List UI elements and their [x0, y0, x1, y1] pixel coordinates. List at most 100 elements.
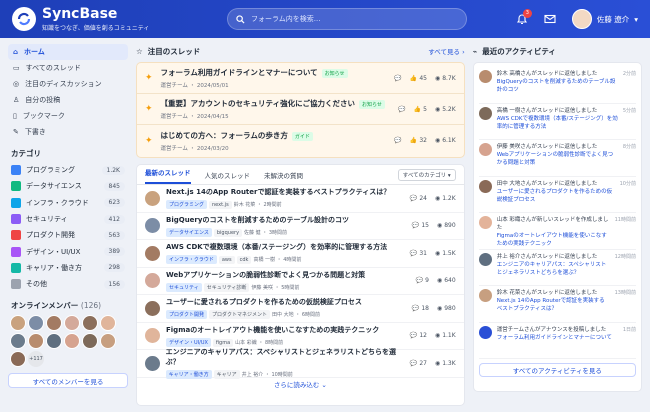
pinned-thread[interactable]: ✦ 【重要】アカウントのセキュリティ強化にご協力ください お知らせ 運営チーム ・ 2…	[137, 94, 464, 125]
comment-count: 12	[419, 332, 427, 340]
category-filter[interactable]: すべてのカテゴリ ▾	[397, 168, 456, 181]
thread-row[interactable]: ユーザーに愛されるプロダクトを作るための仮説検証プロセス プロダクト開発 プロダクト…	[137, 295, 464, 323]
brand-tagline: 知識をつなぎ、価値を創るコミュニティ	[42, 24, 150, 32]
online-count: (126)	[80, 301, 102, 311]
nav-item-0[interactable]: ⌂ ホーム	[8, 44, 128, 60]
mail-button[interactable]	[544, 13, 556, 25]
thread-tag[interactable]: キャリア・働き方	[165, 370, 212, 380]
thread-tag[interactable]: セキュリティ診断	[203, 282, 250, 292]
thread-tag[interactable]: インフラ・クラウド	[166, 255, 217, 265]
avatar[interactable]	[10, 315, 26, 332]
more-members-count[interactable]: +117	[28, 351, 44, 368]
pinned-thread[interactable]: ✦ はじめての方へ：フォーラムの歩き方 ガイド 運営チーム ・ 2024/03/20 💬…	[137, 125, 464, 156]
thread-meta: プロダクト開発 プロダクトマネジメント 田中 大地 ・ 6時間前	[166, 310, 362, 320]
thread-tag[interactable]: データサイエンス	[166, 227, 212, 237]
category-item[interactable]: デザイン・UI/UX 389	[8, 243, 128, 259]
activity-item[interactable]: 運営チームさんがアナウンスを投稿しました フォーラム利用ガイドラインとマナーについ…	[478, 323, 636, 359]
nav-item-4[interactable]: ▯ ブックマーク	[8, 108, 128, 124]
avatar[interactable]	[64, 315, 80, 332]
avatar[interactable]	[64, 333, 80, 350]
thread-tag[interactable]: bigquery	[213, 228, 243, 237]
activity-item[interactable]: 伊藤 美咲さんがスレッドに返信しました Webアプリケーションの脆弱性診断でよく見…	[478, 140, 636, 177]
avatar[interactable]	[100, 333, 116, 350]
activity-item[interactable]: 高橋 一樹さんがスレッドに返信しました AWS CDKで複数環境（本番/ステージン…	[478, 104, 636, 140]
avatar[interactable]	[100, 315, 116, 332]
thread-row[interactable]: エンジニアのキャリアパス：スペシャリストとジェネラリストどちらを選ぶ？ キャリア・…	[137, 348, 464, 380]
activity-link[interactable]: エンジニアのキャリアパス：スペシャリストとジェネラリストどちらを選ぶ？	[497, 261, 610, 277]
pinned-thread[interactable]: ✦ フォーラム利用ガイドラインとマナーについて お知らせ 運営チーム ・ 2024/0…	[137, 63, 464, 94]
nav-item-2[interactable]: ◎ 注目のディスカッション	[8, 76, 128, 92]
nav-item-1[interactable]: ▭ すべてのスレッド	[8, 60, 128, 76]
category-item[interactable]: セキュリティ 412	[8, 211, 128, 227]
avatar[interactable]	[82, 333, 98, 350]
category-item[interactable]: プロダクト開発 563	[8, 227, 128, 243]
nav-item-3[interactable]: ♙ 自分の投稿	[8, 92, 128, 108]
load-more-button[interactable]: さらに読み込む ⌄	[137, 378, 464, 392]
avatar[interactable]	[10, 333, 26, 350]
thread-tag[interactable]: aws	[218, 256, 235, 265]
thread-row[interactable]: BigQueryのコストを削減するためのテーブル設計のコツ データサイエンス big…	[137, 213, 464, 240]
all-activity-button[interactable]: すべてのアクティビティを見る	[478, 363, 636, 377]
category-item[interactable]: インフラ・クラウド 623	[8, 195, 128, 211]
notification-button[interactable]: 3	[516, 9, 532, 25]
tab-1[interactable]: 人気のスレッド	[205, 170, 251, 180]
avatar[interactable]	[46, 333, 62, 350]
category-item[interactable]: キャリア・働き方 298	[8, 260, 128, 276]
avatar	[145, 328, 160, 344]
avatar[interactable]	[46, 315, 62, 332]
nav-item-5[interactable]: ✎ 下書き	[8, 124, 128, 140]
avatar[interactable]	[82, 315, 98, 332]
tab-2[interactable]: 未解決の質問	[264, 170, 303, 180]
avatar	[478, 70, 492, 83]
activity-panel: ⌁ 最近のアクティビティ 鈴木 高橋さんがスレッドに返信しました BigQuery…	[472, 44, 642, 406]
comment-stat: 💬 12	[410, 332, 427, 339]
mail-icon	[544, 14, 556, 24]
search-input[interactable]: フォーラム内を検索...	[227, 8, 467, 30]
comment-icon: 💬	[409, 194, 418, 202]
activity-link[interactable]: フォーラム利用ガイドラインとマナーについて	[497, 334, 618, 342]
activity-text: 田中 大地さんがスレッドに返信しました	[496, 180, 598, 187]
see-all-link[interactable]: すべて見る ›	[428, 46, 464, 56]
thread-row[interactable]: AWS CDKで複数環境（本番/ステージング）を効率的に管理する方法 インフラ・ク…	[137, 240, 464, 268]
avatar[interactable]	[28, 315, 44, 332]
activity-link[interactable]: Figmaのオートレイアウト機能を使いこなすための実践テクニック	[497, 232, 610, 248]
activity-item[interactable]: 鈴木 花菜さんがスレッドに返信しました Next.js 14のApp Router…	[478, 286, 636, 323]
comment-icon: 💬	[409, 359, 418, 367]
avatar[interactable]	[10, 351, 26, 368]
category-count: 156	[103, 279, 125, 289]
view-count: 5.2K	[442, 105, 456, 113]
comment-icon: 💬	[394, 137, 402, 144]
thread-row[interactable]: Next.js 14のApp Routerで認証を実装するベストプラクティスは？…	[137, 185, 464, 213]
thread-tag[interactable]: figma	[212, 338, 234, 347]
activity-item[interactable]: 鈴木 高橋さんがスレッドに返信しました BigQueryのコストを削減するためのテ…	[478, 67, 636, 104]
thread-tag[interactable]: cdk	[236, 256, 252, 265]
activity-link[interactable]: AWS CDKで複数環境（本番/ステージング）を効率的に管理する方法	[497, 115, 618, 131]
thread-tag[interactable]: プロダクトマネジメント	[209, 310, 271, 320]
all-members-button[interactable]: すべてのメンバーを見る	[8, 373, 128, 389]
category-item[interactable]: データサイエンス 845	[8, 178, 128, 194]
logo[interactable]: SyncBase 知識をつなぎ、価値を創るコミュニティ	[12, 7, 227, 32]
tab-0[interactable]: 最新のスレッド	[145, 165, 191, 184]
activity-link[interactable]: BigQueryのコストを削減するためのテーブル設計のコツ	[497, 78, 618, 94]
thread-tag[interactable]: プログラミング	[166, 200, 208, 210]
activity-item[interactable]: 井上 裕介さんがスレッドに返信しました エンジニアのキャリアパス：スペシャリストと…	[478, 250, 636, 286]
activity-item[interactable]: 山本 彩織さんが新しいスレッドを作成しました Figmaのオートレイアウト機能を使…	[478, 213, 636, 250]
thread-tag[interactable]: デザイン・UI/UX	[166, 337, 211, 347]
thread-row[interactable]: Figmaのオートレイアウト機能を使いこなすための実践テクニック デザイン・UI/…	[137, 323, 464, 350]
activity-item[interactable]: 田中 大地さんがスレッドに返信しました ユーザーに愛されるプロダクトを作るための仮…	[478, 177, 636, 213]
category-item[interactable]: プログラミング 1.2K	[8, 162, 128, 178]
user-menu[interactable]: 佐藤 遼介 ▾	[571, 9, 638, 29]
thread-tag[interactable]: セキュリティ	[166, 282, 202, 292]
like-stat: 👍 32	[410, 137, 427, 144]
avatar[interactable]	[28, 333, 44, 350]
thread-meta: インフラ・クラウド aws cdk 高橋 一樹 ・ 4時間前	[166, 255, 387, 265]
category-name: プログラミング	[26, 166, 75, 175]
thread-tag[interactable]: プロダクト開発	[166, 310, 208, 320]
activity-link[interactable]: Webアプリケーションの脆弱性診断でよく見つかる問題と対策	[497, 151, 618, 167]
thread-tag[interactable]: キャリア	[213, 370, 240, 380]
category-item[interactable]: その他 156	[8, 276, 128, 292]
thread-row[interactable]: Webアプリケーションの脆弱性診断でよく見つかる問題と対策 セキュリティ セキュリテ…	[137, 268, 464, 295]
activity-link[interactable]: ユーザーに愛されるプロダクトを作るための仮説検証プロセス	[497, 188, 615, 204]
thread-tag[interactable]: next.js	[209, 201, 232, 210]
activity-link[interactable]: Next.js 14のApp Routerで認証を実装するベストプラクティスは？	[497, 297, 610, 313]
